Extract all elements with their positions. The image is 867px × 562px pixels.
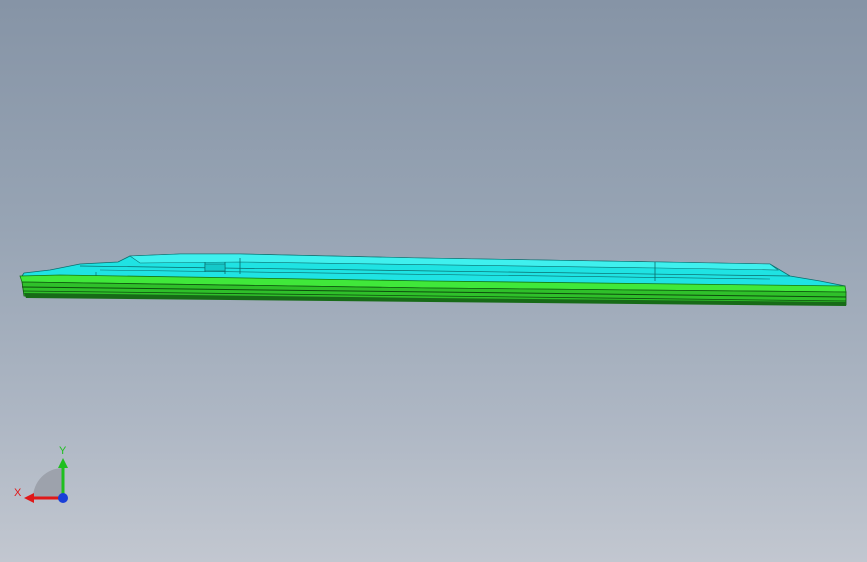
z-axis-dot-icon — [58, 493, 68, 503]
y-axis-arrow-icon — [58, 458, 68, 468]
triad-quadrant — [33, 468, 63, 498]
y-axis-label: Y — [59, 445, 67, 457]
graphics-viewport[interactable]: Y X — [0, 0, 867, 562]
orientation-triad: Y X — [14, 445, 68, 503]
x-axis-label: X — [14, 487, 22, 499]
3d-model[interactable] — [0, 0, 867, 562]
model-feature-pocket — [204, 263, 226, 272]
x-axis-arrow-icon — [24, 493, 34, 503]
